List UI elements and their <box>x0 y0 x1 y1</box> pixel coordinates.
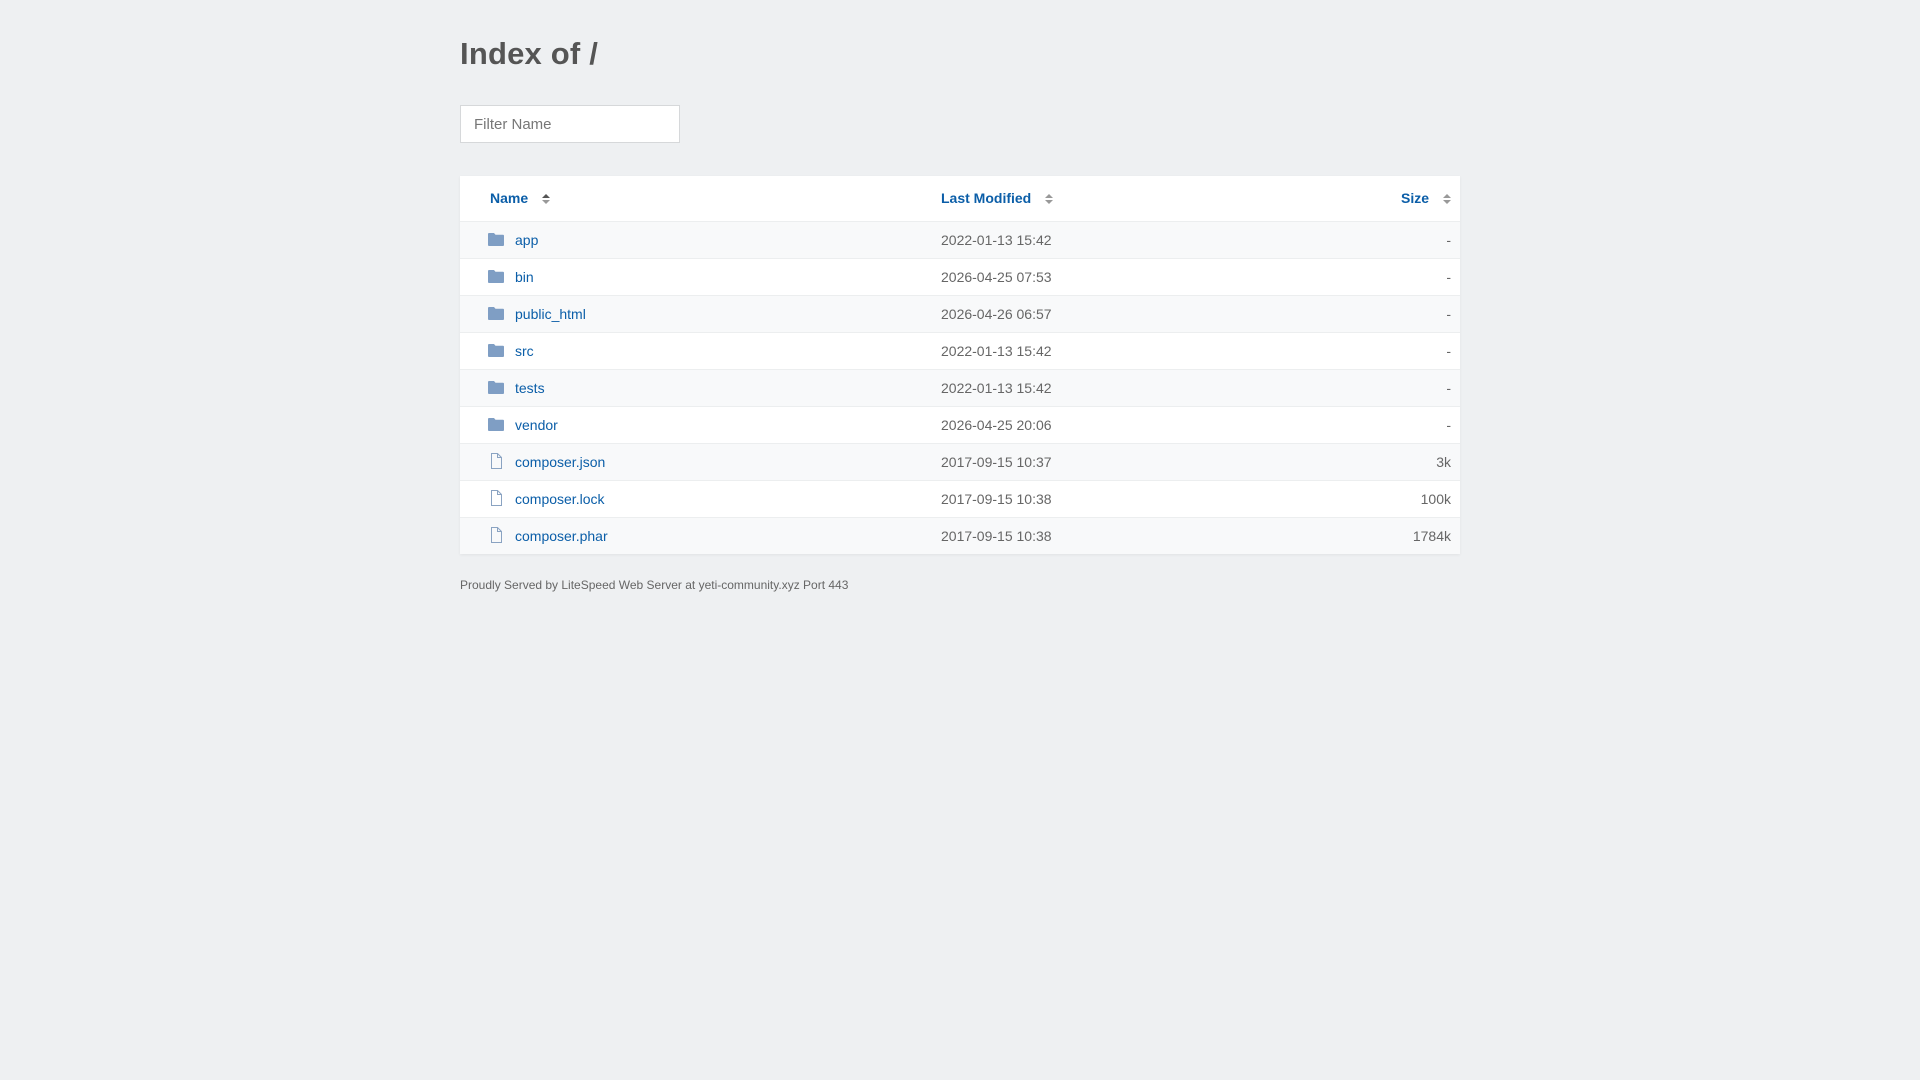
entry-size: - <box>1446 269 1451 285</box>
sort-icon <box>1443 192 1451 206</box>
table-body: app 2022-01-13 15:42 - bin 2026-04-25 07:53 -… <box>460 222 1460 554</box>
folder-icon <box>488 269 504 283</box>
entry-size: 1784k <box>1412 528 1451 544</box>
entry-size: - <box>1446 306 1451 322</box>
entry-last-modified: 2017-09-15 10:38 <box>941 491 1052 507</box>
entry-last-modified: 2022-01-13 15:42 <box>941 232 1052 248</box>
entry-name-link[interactable]: composer.json <box>515 454 605 470</box>
server-footer: Proudly Served by LiteSpeed Web Server a… <box>460 578 849 592</box>
table-row: vendor 2026-04-25 20:06 - <box>460 407 1460 444</box>
column-header-size: Size <box>1400 190 1429 206</box>
entry-last-modified: 2026-04-25 07:53 <box>941 269 1052 285</box>
file-icon <box>488 453 504 469</box>
entry-size: - <box>1446 380 1451 396</box>
page-title: Index of / <box>460 36 599 71</box>
entry-name-link[interactable]: tests <box>515 380 545 396</box>
entry-size: - <box>1446 343 1451 359</box>
folder-icon <box>488 343 504 357</box>
entry-name-link[interactable]: bin <box>515 269 534 285</box>
file-listing-table: Name Last Modified Size app 2022-01-13 15… <box>460 176 1460 554</box>
entry-name-link[interactable]: vendor <box>515 417 558 433</box>
sort-icon <box>542 192 551 206</box>
entry-name-link[interactable]: composer.phar <box>515 528 608 544</box>
sort-by-size-link[interactable]: Size <box>1401 190 1451 206</box>
folder-icon <box>488 380 504 394</box>
file-icon <box>488 527 504 543</box>
file-icon <box>488 490 504 506</box>
column-header-last-modified: Last Modified <box>941 190 1032 206</box>
folder-icon <box>488 306 504 320</box>
entry-last-modified: 2022-01-13 15:42 <box>941 343 1052 359</box>
filter-name-input[interactable] <box>460 105 680 143</box>
sort-icon <box>1045 192 1054 206</box>
entry-size: - <box>1446 232 1451 248</box>
entry-name-link[interactable]: public_html <box>515 306 586 322</box>
entry-size: - <box>1446 417 1451 433</box>
column-header-name: Name <box>490 190 529 206</box>
entry-last-modified: 2022-01-13 15:42 <box>941 380 1052 396</box>
folder-icon <box>488 232 504 246</box>
entry-last-modified: 2026-04-25 20:06 <box>941 417 1052 433</box>
table-row: composer.lock 2017-09-15 10:38 100k <box>460 481 1460 518</box>
entry-last-modified: 2017-09-15 10:37 <box>941 454 1052 470</box>
entry-name-link[interactable]: app <box>515 232 538 248</box>
sort-by-last-modified-link[interactable]: Last Modified <box>941 190 1054 206</box>
entry-last-modified: 2017-09-15 10:38 <box>941 528 1052 544</box>
table-header: Name Last Modified Size <box>460 176 1460 222</box>
table-row: composer.json 2017-09-15 10:37 3k <box>460 444 1460 481</box>
table-row: bin 2026-04-25 07:53 - <box>460 259 1460 296</box>
table-row: public_html 2026-04-26 06:57 - <box>460 296 1460 333</box>
folder-icon <box>488 417 504 431</box>
entry-size: 3k <box>1436 454 1451 470</box>
table-row: src 2022-01-13 15:42 - <box>460 333 1460 370</box>
entry-name-link[interactable]: composer.lock <box>515 491 604 507</box>
table-row: tests 2022-01-13 15:42 - <box>460 370 1460 407</box>
table-row: app 2022-01-13 15:42 - <box>460 222 1460 259</box>
sort-by-name-link[interactable]: Name <box>490 190 551 206</box>
entry-name-link[interactable]: src <box>515 343 534 359</box>
entry-size: 100k <box>1420 491 1451 507</box>
table-row: composer.phar 2017-09-15 10:38 1784k <box>460 518 1460 554</box>
entry-last-modified: 2026-04-26 06:57 <box>941 306 1052 322</box>
